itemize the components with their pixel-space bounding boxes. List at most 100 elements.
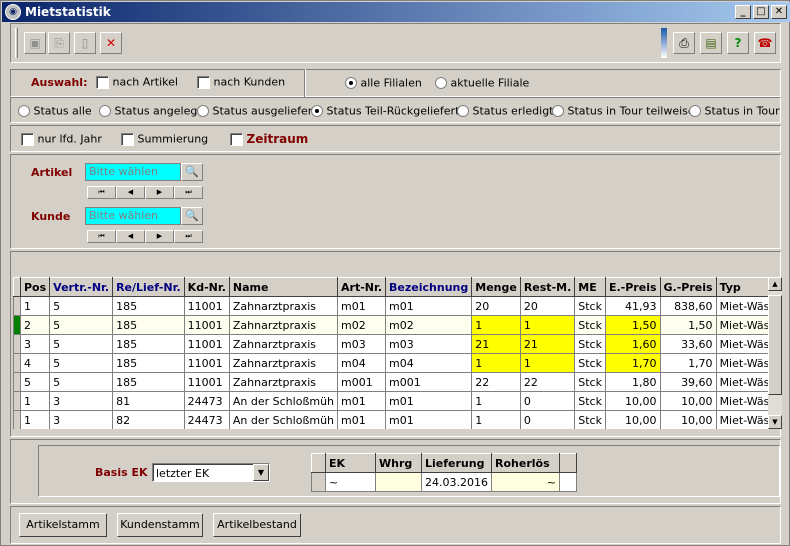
close-button[interactable]: ✕ [771, 5, 787, 19]
table-cell: 10,00 [659, 391, 717, 411]
table-cell: 33,60 [659, 334, 717, 354]
alle-filialen-radio[interactable]: alle Filialen [345, 76, 422, 90]
table-cell: 1 [519, 353, 576, 373]
status-alle-radio[interactable]: Status alle [18, 104, 92, 118]
column-header[interactable]: Name [228, 277, 339, 297]
table-row[interactable]: 2 5 185 11001 Zahnarztpraxis m02 m02 1 1 Stck 1,50… [13, 315, 768, 335]
next-icon[interactable]: ▶ [145, 230, 174, 243]
table-cell: Miet-Wäsc [715, 334, 768, 354]
row-selector[interactable] [13, 353, 21, 373]
artikelbestand-button[interactable]: Artikelbestand [213, 513, 301, 537]
table-row[interactable]: 4 5 185 11001 Zahnarztpraxis m04 m04 1 1 Stck 1,70… [13, 353, 768, 373]
table-row[interactable]: 3 5 185 11001 Zahnarztpraxis m03 m03 21 21 Stck 1,… [13, 334, 768, 354]
artikel-search-icon[interactable]: 🔍 [181, 163, 203, 181]
last-icon[interactable]: ⏭ [174, 230, 203, 243]
table-cell: 185 [112, 296, 185, 316]
first-icon[interactable]: ⏮ [87, 186, 116, 199]
phone-icon[interactable]: ☎ [754, 32, 776, 54]
column-header[interactable]: Art-Nr. [337, 277, 387, 297]
dropdown-arrow-icon[interactable]: ▼ [253, 464, 269, 481]
table-cell: 82 [112, 410, 185, 429]
prev-icon[interactable]: ◀ [116, 230, 145, 243]
artikelstamm-button[interactable]: Artikelstamm [19, 513, 107, 537]
copy-icon[interactable]: ⎘ [48, 32, 70, 54]
column-header[interactable]: G.-Preis [659, 277, 717, 297]
artikel-input[interactable]: Bitte wählen [85, 163, 181, 181]
ek-column-header: Lieferung [421, 453, 492, 473]
next-icon[interactable]: ▶ [145, 186, 174, 199]
status-in-tour-teilweise-radio[interactable]: Status in Tour teilweise [552, 104, 695, 118]
column-header[interactable]: Typ [715, 277, 768, 297]
ek-cell [375, 472, 422, 492]
artikel-label: Artikel [31, 166, 73, 179]
export-icon[interactable]: ▤ [700, 32, 722, 54]
scroll-down-icon[interactable]: ▼ [768, 415, 782, 429]
last-icon[interactable]: ⏭ [174, 186, 203, 199]
toolbar: ▣ ⎘ ▯ ✕ ⎙ ▤ ? ☎ [10, 23, 781, 63]
column-header[interactable]: Pos [19, 277, 51, 297]
nur-lfd-jahr-checkbox[interactable]: nur lfd. Jahr [21, 132, 102, 146]
column-header[interactable]: Vertr.-Nr. [49, 277, 114, 297]
row-selector[interactable] [13, 296, 21, 316]
column-header[interactable]: Bezeichnung [385, 277, 473, 297]
aktuelle-filiale-radio[interactable]: aktuelle Filiale [435, 76, 529, 90]
nach-artikel-checkbox[interactable]: nach Artikel [96, 75, 178, 89]
kundenstamm-button[interactable]: Kundenstamm [117, 513, 203, 537]
help-icon[interactable]: ? [727, 32, 749, 54]
ek-column-header: Whrg [375, 453, 422, 473]
status-angelegt-radio[interactable]: Status angelegt [99, 104, 202, 118]
table-cell: 11001 [183, 296, 230, 316]
kunde-search-icon[interactable]: 🔍 [181, 207, 203, 225]
table-cell: Stck [574, 296, 606, 316]
status-in-tour-radio[interactable]: Status in Tour [689, 104, 780, 118]
prev-icon[interactable]: ◀ [116, 186, 145, 199]
table-cell: 21 [471, 334, 521, 354]
save-icon[interactable]: ▣ [24, 32, 46, 54]
kunde-input[interactable]: Bitte wählen [85, 207, 181, 225]
row-selector[interactable] [13, 334, 21, 354]
basis-ek-select[interactable]: letzter EK ▼ [152, 463, 270, 482]
row-selector[interactable] [13, 410, 21, 429]
table-cell: 21 [519, 334, 576, 354]
new-icon[interactable]: ▯ [74, 32, 96, 54]
column-header[interactable]: Re/Lief-Nr. [112, 277, 185, 297]
table-cell: m01 [385, 410, 473, 429]
window-title: Mietstatistik [25, 5, 111, 19]
column-header[interactable]: Kd-Nr. [183, 277, 230, 297]
maximize-button[interactable]: □ [753, 5, 769, 19]
minimize-button[interactable]: _ [735, 5, 751, 19]
table-cell: 0 [519, 391, 576, 411]
row-selector[interactable] [13, 391, 21, 411]
scroll-up-icon[interactable]: ▲ [768, 277, 782, 291]
status-ausgeliefert-radio[interactable]: Status ausgeliefert [197, 104, 317, 118]
table-cell: 22 [519, 372, 576, 392]
scroll-thumb[interactable] [768, 295, 782, 395]
column-header[interactable]: E.-Preis [604, 277, 661, 297]
table-row[interactable]: 1 5 185 11001 Zahnarztpraxis m01 m01 20 20 Stck 41… [13, 296, 768, 316]
row-selector[interactable] [13, 372, 21, 392]
first-icon[interactable]: ⏮ [87, 230, 116, 243]
status-erledigt-radio[interactable]: Status erledigt [457, 104, 554, 118]
status-teil-rueckgeliefert-radio[interactable]: Status Teil-Rückgeliefert [311, 104, 459, 118]
table-cell: An der Schloßmüh [228, 410, 339, 429]
row-selector[interactable] [13, 315, 21, 335]
nach-kunden-checkbox[interactable]: nach Kunden [197, 75, 285, 89]
table-cell: 24473 [183, 410, 230, 429]
column-header[interactable]: ME [574, 277, 606, 297]
table-row[interactable]: 5 5 185 11001 Zahnarztpraxis m001 m001 22 22 Stck… [13, 372, 768, 392]
column-header[interactable]: Rest-M. [519, 277, 576, 297]
table-cell: Miet-Wäsc [715, 391, 768, 411]
table-row[interactable]: 1 3 82 24473 An der Schloßmüh m01 m01 1 0 Stck 10,… [13, 410, 768, 429]
table-cell: 1,80 [604, 372, 661, 392]
vertical-scrollbar[interactable]: ▲ ▼ [768, 277, 782, 429]
table-row[interactable]: 1 3 81 24473 An der Schloßmüh m01 m01 1 0 Stck 10,… [13, 391, 768, 411]
zeitraum-checkbox[interactable]: Zeitraum [230, 132, 308, 146]
column-header[interactable]: Menge [471, 277, 521, 297]
summierung-checkbox[interactable]: Summierung [121, 132, 208, 146]
table-cell: 11001 [183, 353, 230, 373]
kunde-navigator: ⏮ ◀ ▶ ⏭ [87, 230, 203, 243]
table-cell: 185 [112, 353, 185, 373]
table-cell: An der Schloßmüh [228, 391, 339, 411]
delete-icon[interactable]: ✕ [100, 32, 122, 54]
print-icon[interactable]: ⎙ [673, 32, 695, 54]
